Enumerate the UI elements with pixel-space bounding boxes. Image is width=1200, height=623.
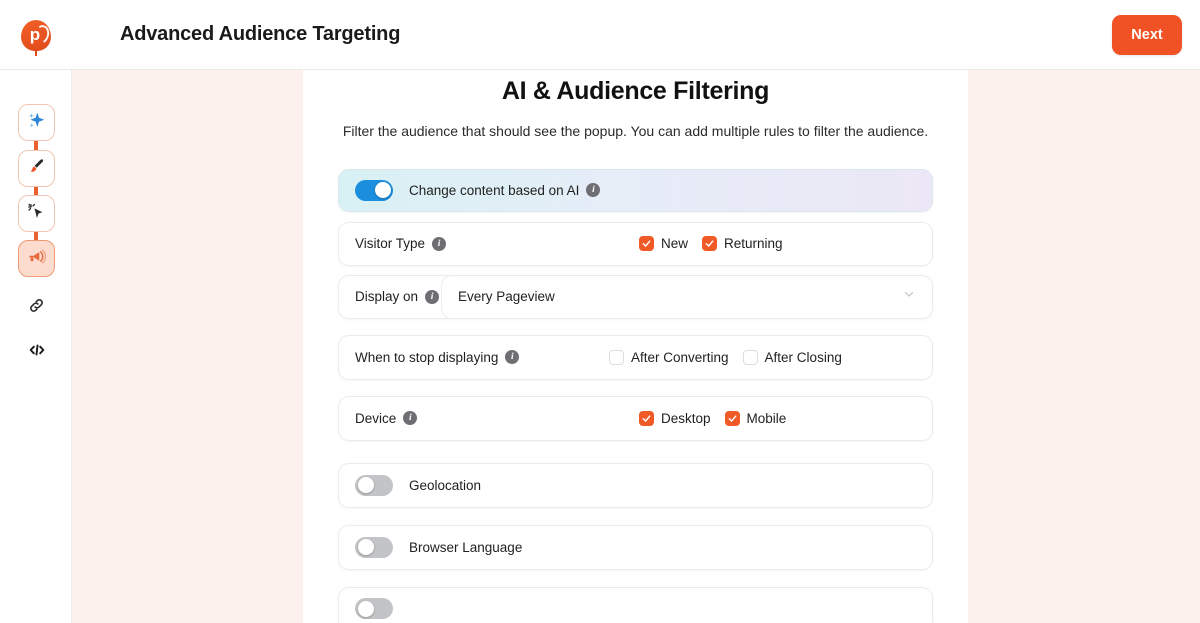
toggle-knob: [358, 539, 374, 555]
display-on-value: Every Pageview: [458, 289, 555, 304]
next-button[interactable]: Next: [1112, 15, 1182, 55]
device-options: Desktop Mobile: [639, 411, 786, 426]
toggle-knob: [358, 601, 374, 617]
checkbox-box: [743, 350, 758, 365]
left-rail: [0, 70, 72, 623]
checkbox-label: After Closing: [765, 350, 842, 365]
info-icon[interactable]: i: [432, 237, 446, 251]
geolocation-label: Geolocation: [409, 478, 481, 493]
info-icon[interactable]: i: [425, 290, 439, 304]
logo-container[interactable]: p: [0, 0, 72, 70]
rule-row-geolocation: Geolocation: [338, 463, 933, 508]
visitor-type-options: New Returning: [639, 236, 783, 251]
targeting-megaphone-icon: [27, 247, 46, 271]
checkbox-label: Desktop: [661, 411, 711, 426]
sidebar-item-design[interactable]: [18, 150, 55, 187]
geolocation-toggle[interactable]: [355, 475, 393, 496]
popup-preview-canvas: AI & Audience Filtering Filter the audie…: [303, 58, 968, 623]
sparkle-icon: [27, 111, 46, 135]
page-title: Advanced Audience Targeting: [120, 23, 400, 46]
popup-balloon-logo-icon: p: [21, 20, 51, 50]
link-icon: [27, 296, 46, 320]
ai-content-label: Change content based on AI: [409, 183, 579, 198]
info-icon[interactable]: i: [403, 411, 417, 425]
checkbox-label: Mobile: [747, 411, 787, 426]
code-icon: [27, 340, 47, 365]
checkbox-visitor-returning[interactable]: Returning: [702, 236, 783, 251]
sidebar-item-targeting[interactable]: [18, 240, 55, 277]
rule-row-display-on: Display on i Every Pageview: [338, 275, 933, 319]
checkbox-box: [609, 350, 624, 365]
rule-row-partial-cutoff: [338, 587, 933, 623]
checkbox-box: [725, 411, 740, 426]
device-label-wrap: Device i: [339, 411, 417, 426]
stop-displaying-options: After Converting After Closing: [609, 350, 842, 365]
toggle-knob: [358, 477, 374, 493]
checkbox-label: After Converting: [631, 350, 729, 365]
ai-content-toggle[interactable]: [355, 180, 393, 201]
checkbox-box: [702, 236, 717, 251]
paintbrush-icon: [28, 157, 46, 180]
partial-row-toggle[interactable]: [355, 598, 393, 619]
checkbox-box: [639, 411, 654, 426]
checkbox-label: New: [661, 236, 688, 251]
rule-row-stop-displaying: When to stop displaying i After Converti…: [338, 335, 933, 380]
chevron-down-icon: [902, 287, 916, 306]
checkbox-after-converting[interactable]: After Converting: [609, 350, 729, 365]
checkbox-device-mobile[interactable]: Mobile: [725, 411, 787, 426]
rule-row-browser-language: Browser Language: [338, 525, 933, 570]
display-on-label-wrap: Display on i: [339, 289, 439, 304]
rules-list: Change content based on AI i Visitor Typ…: [303, 169, 968, 623]
app-root: p Advanced Audience Targeting Next: [0, 0, 1200, 623]
rule-row-ai-content: Change content based on AI i: [338, 169, 933, 212]
info-icon[interactable]: i: [505, 350, 519, 364]
stop-displaying-label-wrap: When to stop displaying i: [339, 350, 519, 365]
sidebar-item-custom-code[interactable]: [18, 334, 55, 371]
display-on-select[interactable]: Every Pageview: [441, 275, 933, 319]
visitor-type-label-wrap: Visitor Type i: [339, 236, 446, 251]
checkbox-device-desktop[interactable]: Desktop: [639, 411, 711, 426]
sidebar-item-integrations[interactable]: [18, 289, 55, 326]
browser-language-toggle[interactable]: [355, 537, 393, 558]
browser-language-label: Browser Language: [409, 540, 522, 555]
rule-row-visitor-type: Visitor Type i New Returning: [338, 222, 933, 266]
checkbox-label: Returning: [724, 236, 783, 251]
sidebar-item-ai-sparkle[interactable]: [18, 104, 55, 141]
section-subtitle: Filter the audience that should see the …: [303, 122, 968, 142]
device-label: Device: [355, 411, 396, 426]
cursor-click-icon: [27, 202, 46, 226]
rule-row-device: Device i Desktop Mobile: [338, 396, 933, 441]
checkbox-box: [639, 236, 654, 251]
checkbox-visitor-new[interactable]: New: [639, 236, 688, 251]
ai-content-label-wrap: Change content based on AI i: [409, 183, 600, 198]
stop-displaying-label: When to stop displaying: [355, 350, 498, 365]
visitor-type-label: Visitor Type: [355, 236, 425, 251]
info-icon[interactable]: i: [586, 183, 600, 197]
section-heading: AI & Audience Filtering: [303, 77, 968, 106]
top-bar: p Advanced Audience Targeting Next: [0, 0, 1200, 70]
display-on-label: Display on: [355, 289, 418, 304]
toggle-knob: [375, 182, 391, 198]
checkbox-after-closing[interactable]: After Closing: [743, 350, 842, 365]
sidebar-item-triggers[interactable]: [18, 195, 55, 232]
